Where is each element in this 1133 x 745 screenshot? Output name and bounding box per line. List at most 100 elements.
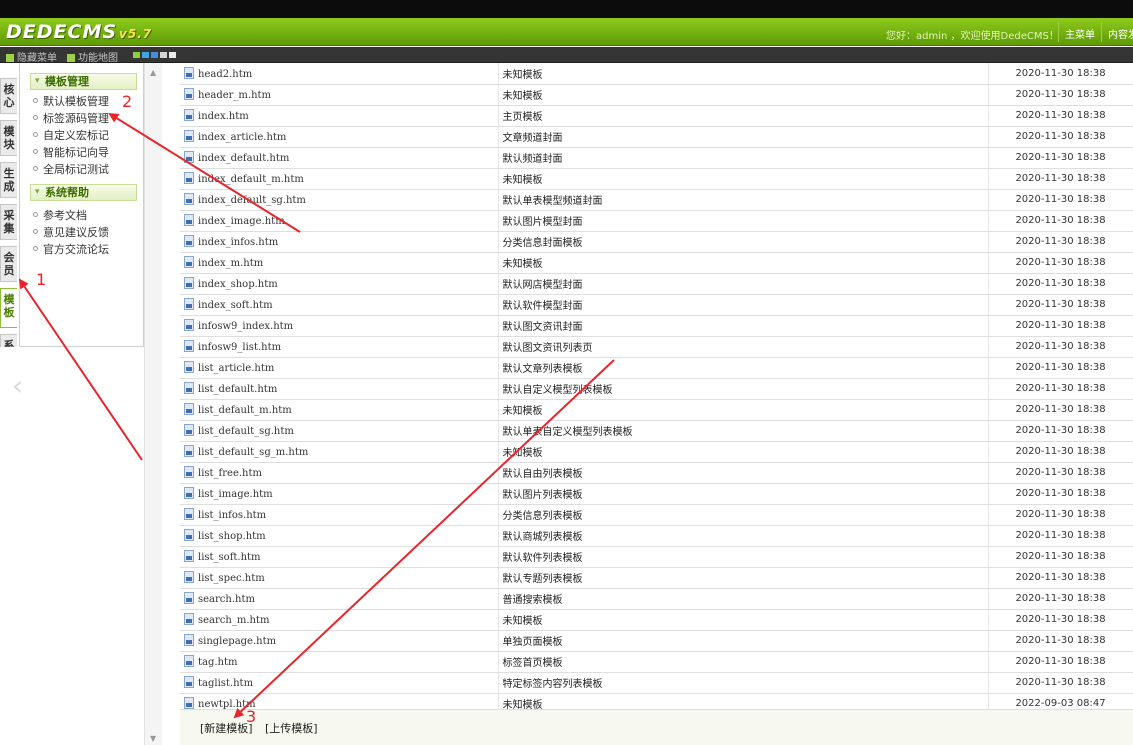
file-name-link[interactable]: list_default_sg.htm [198,426,294,437]
file-name-cell[interactable]: list_free.htm [180,462,499,484]
file-name-link[interactable]: list_soft.htm [198,552,261,563]
file-name-cell[interactable]: index_m.htm [180,252,499,274]
file-name-cell[interactable]: index_soft.htm [180,294,499,316]
skin-gray-button[interactable] [160,52,167,58]
file-name-link[interactable]: index_image.htm [198,216,285,227]
file-name-cell[interactable]: tag.htm [180,651,499,673]
file-name-link[interactable]: list_free.htm [198,468,262,479]
file-name-link[interactable]: list_default.htm [198,384,277,395]
file-time-cell: 2020-11-30 18:38 [988,357,1133,379]
skin-light-button[interactable] [169,52,176,58]
file-name-cell[interactable]: list_default_m.htm [180,399,499,421]
side-tab-generate[interactable]: 生成 [0,162,17,198]
function-map-button[interactable]: 功能地图 [67,49,118,64]
file-name-link[interactable]: index_article.htm [198,132,286,143]
file-name-cell[interactable]: infosw9_index.htm [180,315,499,337]
scroll-down-icon[interactable]: ▼ [150,734,156,743]
file-name-link[interactable]: list_spec.htm [198,573,265,584]
welcome-text: 您好：admin ，欢迎使用DedeCMS！ [886,31,1059,42]
side-tab-module[interactable]: 模块 [0,120,17,156]
file-name-link[interactable]: index_m.htm [198,258,263,269]
side-tab-member[interactable]: 会员 [0,246,17,282]
file-name-link[interactable]: header_m.htm [198,90,271,101]
file-name-link[interactable]: search_m.htm [198,615,269,626]
file-name-cell[interactable]: search_m.htm [180,609,499,631]
skin-green-button[interactable] [133,52,140,58]
menu-item-tag-source[interactable]: 标签源码管理 [33,110,143,127]
file-name-cell[interactable]: infosw9_list.htm [180,336,499,358]
skin-blue-button[interactable] [142,52,149,58]
file-name-cell[interactable]: index.htm [180,105,499,127]
file-name-cell[interactable]: list_default_sg_m.htm [180,441,499,463]
menu-section-template-manage[interactable]: 模板管理 [30,73,137,90]
file-name-link[interactable]: index_shop.htm [198,279,278,290]
file-name-link[interactable]: list_infos.htm [198,510,266,521]
file-name-cell[interactable]: list_article.htm [180,357,499,379]
file-name-link[interactable]: list_article.htm [198,363,274,374]
file-name-cell[interactable]: list_default_sg.htm [180,420,499,442]
file-name-link[interactable]: index_default_sg.htm [198,195,306,206]
file-name-link[interactable]: search.htm [198,594,255,605]
file-icon [184,634,194,646]
side-tab-collect[interactable]: 采集 [0,204,17,240]
table-row: list_default.htm 默认自定义模型列表模板 2020-11-30 18… [180,378,1133,400]
file-icon [184,592,194,604]
file-name-link[interactable]: singlepage.htm [198,636,276,647]
file-name-cell[interactable]: index_default.htm [180,147,499,169]
file-name-link[interactable]: head2.htm [198,69,252,80]
file-name-link[interactable]: list_image.htm [198,489,273,500]
file-name-link[interactable]: list_default_sg_m.htm [198,447,308,458]
upload-template-button[interactable]: [上传模板] [265,720,318,736]
file-time-cell: 2020-11-30 18:38 [988,672,1133,694]
file-name-cell[interactable]: list_default.htm [180,378,499,400]
file-name-cell[interactable]: header_m.htm [180,84,499,106]
file-name-link[interactable]: infosw9_index.htm [198,321,293,332]
menu-item-custom-macro[interactable]: 自定义宏标记 [33,127,143,144]
file-name-cell[interactable]: search.htm [180,588,499,610]
file-name-cell[interactable]: list_image.htm [180,483,499,505]
file-desc-cell: 分类信息封面模板 [498,231,989,253]
scroll-up-icon[interactable]: ▲ [150,68,156,77]
file-name-cell[interactable]: index_default_sg.htm [180,189,499,211]
file-name-cell[interactable]: index_shop.htm [180,273,499,295]
file-name-link[interactable]: index_soft.htm [198,300,273,311]
file-name-cell[interactable]: index_article.htm [180,126,499,148]
file-name-cell[interactable]: index_infos.htm [180,231,499,253]
file-time-cell: 2020-11-30 18:38 [988,147,1133,169]
nav-main-menu[interactable]: 主菜单 [1058,22,1101,42]
file-name-cell[interactable]: index_default_m.htm [180,168,499,190]
file-name-link[interactable]: index_default.htm [198,153,289,164]
file-name-cell[interactable]: list_shop.htm [180,525,499,547]
file-name-link[interactable]: taglist.htm [198,678,253,689]
menu-item-forum[interactable]: 官方交流论坛 [33,241,143,258]
file-name-cell[interactable]: head2.htm [180,63,499,85]
nav-content[interactable]: 内容发 [1101,22,1133,42]
file-name-link[interactable]: index.htm [198,111,249,122]
file-time-cell: 2020-11-30 18:38 [988,609,1133,631]
file-name-link[interactable]: infosw9_list.htm [198,342,281,353]
frame-scrollbar[interactable]: ▲ ▼ [144,63,162,745]
file-name-cell[interactable]: list_soft.htm [180,546,499,568]
new-template-button[interactable]: [新建模板] [200,720,253,736]
menu-item-smart-tag-wizard[interactable]: 智能标记向导 [33,144,143,161]
file-name-link[interactable]: list_default_m.htm [198,405,292,416]
menu-section-help[interactable]: 系统帮助 [30,184,137,201]
skin-navy-button[interactable] [151,52,158,58]
file-name-link[interactable]: index_infos.htm [198,237,278,248]
file-name-cell[interactable]: list_spec.htm [180,567,499,589]
file-name-cell[interactable]: index_image.htm [180,210,499,232]
file-name-link[interactable]: tag.htm [198,657,238,668]
menu-item-default-template[interactable]: 默认模板管理 [33,93,143,110]
menu-item-global-tag-test[interactable]: 全局标记测试 [33,161,143,178]
side-tab-core[interactable]: 核心 [0,78,17,114]
file-name-cell[interactable]: singlepage.htm [180,630,499,652]
menu-item-reference-docs[interactable]: 参考文档 [33,207,143,224]
file-name-link[interactable]: index_default_m.htm [198,174,304,185]
file-name-cell[interactable]: taglist.htm [180,672,499,694]
hide-menu-button[interactable]: 隐藏菜单 [6,49,57,64]
table-row: search.htm 普通搜索模板 2020-11-30 18:38 [180,588,1133,610]
file-name-link[interactable]: list_shop.htm [198,531,266,542]
side-tab-template[interactable]: 模板 [0,288,17,328]
file-name-cell[interactable]: list_infos.htm [180,504,499,526]
menu-item-feedback[interactable]: 意见建议反馈 [33,224,143,241]
